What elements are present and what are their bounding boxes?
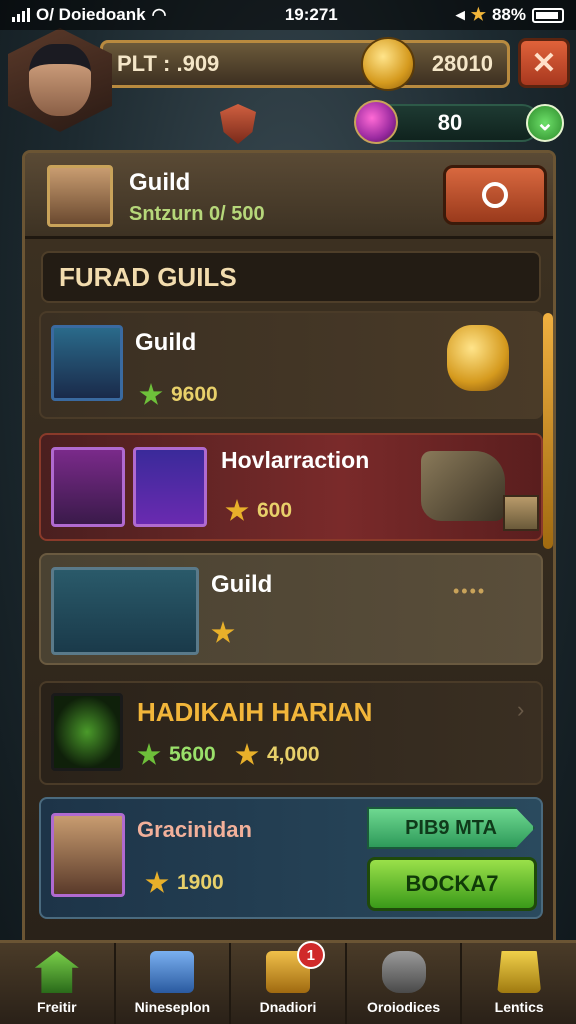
gem-row: 80 ⌄ [220, 100, 564, 146]
section-title: FURAD GUILS [41, 251, 541, 303]
resource-bar: PLT : .909 28010 [100, 37, 510, 91]
guild-card[interactable]: Guild •••• [39, 553, 543, 665]
player-avatar[interactable] [8, 28, 112, 132]
guild-thumbnail [51, 325, 123, 401]
card-stat-primary: 5600 [137, 743, 216, 767]
warrior-thumbnail [51, 447, 125, 527]
guild-card[interactable]: Guild 9600 [39, 311, 543, 419]
nav-label: Lentics [494, 999, 544, 1015]
add-gems-button[interactable]: ⌄ [526, 104, 564, 142]
guild-title: Guild [129, 169, 191, 196]
card-title: HADIKAIH HARIAN [137, 697, 373, 727]
star-icon [145, 871, 169, 893]
cannon-icon [421, 451, 505, 521]
emblem-icon [482, 182, 508, 208]
gold-value: 28010 [431, 51, 493, 76]
nav-item-home[interactable]: Freitir [0, 943, 116, 1024]
status-bar: O/ Doiedoank ◠ 19:271 ◂ ★ 88% [0, 0, 576, 30]
gold-nugget-icon [447, 325, 509, 391]
guild-header: Guild Sntzurn 0/ 500 [25, 153, 553, 239]
nav-item-guild[interactable]: Lentics [462, 943, 576, 1024]
notification-badge: 1 [296, 941, 325, 969]
currency-label: PLT : .909 [117, 51, 220, 76]
star-icon [139, 383, 163, 405]
shield-icon[interactable] [220, 104, 256, 144]
battery-percent: 88% [491, 5, 526, 24]
hero-portrait-icon [29, 44, 91, 116]
join-button[interactable]: BOCKA7 [367, 857, 537, 911]
gem-icon [354, 100, 398, 144]
hero-thumbnail [51, 813, 125, 897]
star-icon [225, 499, 249, 521]
card-stat-secondary: 4,000 [235, 743, 320, 767]
nav-item-chest[interactable]: 1 Dnadiori [231, 941, 347, 1024]
card-title: Gracinidan [137, 817, 252, 842]
card-stat: 9600 [139, 383, 218, 407]
card-title: Guild [211, 571, 273, 598]
shop-icon [150, 951, 195, 993]
magic-thumbnail [133, 447, 207, 527]
guild-member-count: Sntzurn 0/ 500 [129, 203, 265, 225]
nav-label: Dnadiori [259, 999, 317, 1015]
signal-icon [12, 8, 30, 22]
house-icon [34, 951, 79, 993]
battle-thumbnail [51, 567, 199, 655]
star-icon [137, 743, 161, 765]
nav-label: Freitir [36, 999, 77, 1015]
card-stat: 1900 [145, 871, 224, 895]
leaf-thumbnail [51, 693, 123, 771]
location-icon: ◂ [456, 5, 465, 24]
guild-emblem-button[interactable] [443, 165, 547, 225]
star-icon [235, 743, 259, 765]
card-stat: 600 [225, 499, 292, 523]
bottom-nav: Freitir Nineseplon 1 Dnadiori Oroiodices… [0, 940, 576, 1024]
tag-pill[interactable]: PIB9 MTA [367, 807, 535, 849]
star-icon [211, 621, 235, 643]
guild-leader-avatar [47, 165, 113, 227]
nav-item-settings[interactable]: Oroiodices [347, 943, 463, 1024]
guild-card[interactable]: HADIKAIH HARIAN 5600 4,000 › [39, 681, 543, 785]
nav-label: Nineseplon [134, 999, 211, 1015]
card-title: Guild [135, 329, 197, 356]
nav-item-shop[interactable]: Nineseplon [116, 943, 232, 1024]
guild-panel: Guild Sntzurn 0/ 500 FURAD GUILS Guild 9… [22, 150, 556, 950]
stone-icon [381, 951, 426, 993]
guild-card-featured[interactable]: Gracinidan 1900 PIB9 MTA BOCKA7 [39, 797, 543, 919]
rank-dots: •••• [453, 581, 487, 601]
guild-card-highlighted[interactable]: Hovlarraction 600 [39, 433, 543, 541]
wifi-icon: ◠ [151, 5, 167, 24]
banner-icon [497, 951, 542, 993]
scrollbar[interactable] [543, 313, 553, 549]
card-title: Hovlarraction [221, 447, 370, 473]
chevron-right-icon[interactable]: › [517, 697, 524, 723]
card-stat [211, 621, 243, 645]
clock: 19:271 [284, 5, 338, 24]
star-status-icon: ★ [470, 5, 486, 24]
carrier-label: O/ Doiedoank [36, 5, 146, 24]
crate-icon [503, 495, 539, 531]
close-button[interactable]: ✕ [518, 38, 570, 88]
gold-coin-icon [361, 37, 415, 91]
battery-icon [532, 7, 564, 23]
nav-label: Oroiodices [367, 999, 441, 1015]
